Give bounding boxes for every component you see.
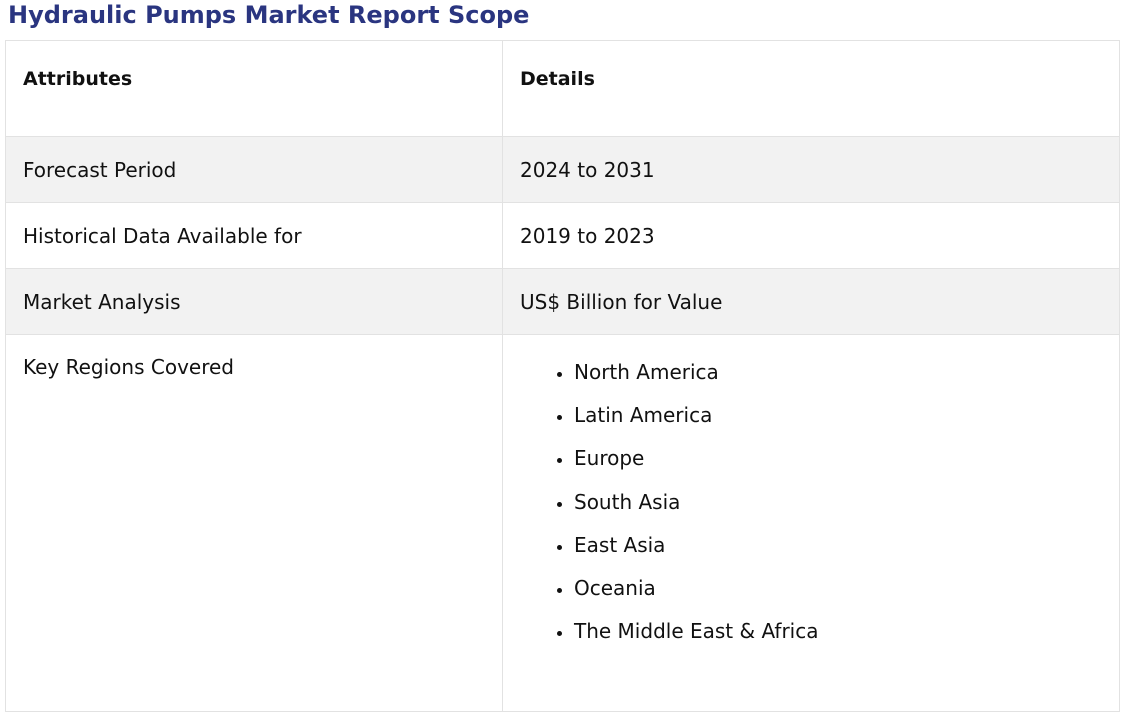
table-header-row: Attributes Details	[5, 40, 1120, 137]
regions-list: North America Latin America Europe South…	[520, 357, 1119, 659]
details-cell: 2019 to 2023	[502, 202, 1120, 269]
attribute-cell: Forecast Period	[5, 136, 503, 203]
table-row: Forecast Period 2024 to 2031	[5, 136, 1120, 203]
attribute-cell: Key Regions Covered	[5, 334, 503, 712]
table-row-regions: Key Regions Covered North America Latin …	[5, 334, 1120, 712]
report-scope-table: Attributes Details Forecast Period 2024 …	[5, 40, 1120, 712]
details-cell: US$ Billion for Value	[502, 268, 1120, 335]
list-item: Europe	[574, 443, 1119, 486]
details-header: Details	[502, 40, 1120, 137]
attribute-cell: Historical Data Available for	[5, 202, 503, 269]
details-cell: 2024 to 2031	[502, 136, 1120, 203]
list-item: North America	[574, 357, 1119, 400]
list-item: The Middle East & Africa	[574, 616, 1119, 659]
table-row: Historical Data Available for 2019 to 20…	[5, 202, 1120, 269]
page-title: Hydraulic Pumps Market Report Scope	[8, 1, 530, 29]
details-cell: North America Latin America Europe South…	[502, 334, 1120, 712]
table-row: Market Analysis US$ Billion for Value	[5, 268, 1120, 335]
list-item: East Asia	[574, 530, 1119, 573]
list-item: Oceania	[574, 573, 1119, 616]
list-item: Latin America	[574, 400, 1119, 443]
attributes-header: Attributes	[5, 40, 503, 137]
attribute-cell: Market Analysis	[5, 268, 503, 335]
list-item: South Asia	[574, 487, 1119, 530]
